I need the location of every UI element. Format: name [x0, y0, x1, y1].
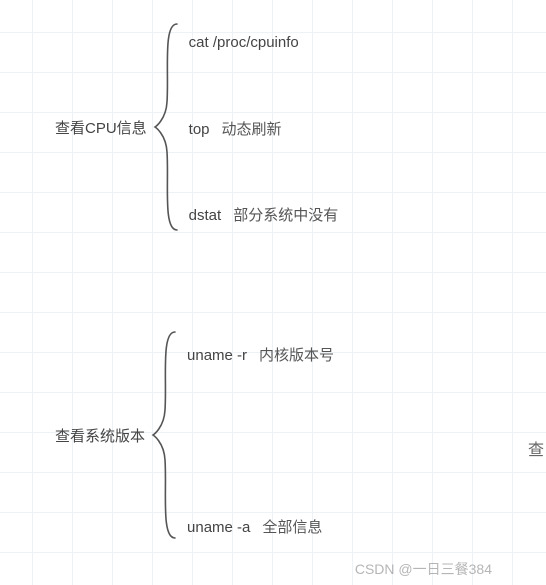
- note-text: 全部信息: [262, 516, 322, 537]
- note-text: 动态刷新: [222, 118, 282, 139]
- list-item: cat /proc/cpuinfo: [189, 34, 311, 51]
- group-label: 查看CPU信息: [55, 117, 147, 138]
- note-text: 内核版本号: [259, 344, 334, 365]
- group-cpu-info: 查看CPU信息 cat /proc/cpuinfo top 动态刷新 dstat…: [55, 22, 185, 232]
- list-item: uname -r 内核版本号: [187, 344, 334, 365]
- note-text: 部分系统中没有: [233, 204, 338, 225]
- list-item: top 动态刷新: [189, 118, 282, 139]
- diagram-content: 查看CPU信息 cat /proc/cpuinfo top 动态刷新 dstat…: [0, 0, 546, 585]
- group-label: 查看系统版本: [55, 425, 145, 446]
- command-text: dstat: [189, 207, 222, 224]
- command-text: cat /proc/cpuinfo: [189, 34, 299, 51]
- brace-icon: [153, 22, 179, 232]
- watermark-text: CSDN @一日三餐384: [355, 559, 492, 579]
- group-system-version: 查看系统版本 uname -r 内核版本号 uname -a 全部信息: [55, 330, 183, 540]
- command-text: top: [189, 121, 210, 138]
- brace-icon: [151, 330, 177, 540]
- list-item: dstat 部分系统中没有: [189, 204, 339, 225]
- command-text: uname -a: [187, 519, 250, 536]
- command-text: uname -r: [187, 347, 247, 364]
- truncated-text: 查: [528, 436, 544, 460]
- list-item: uname -a 全部信息: [187, 516, 322, 537]
